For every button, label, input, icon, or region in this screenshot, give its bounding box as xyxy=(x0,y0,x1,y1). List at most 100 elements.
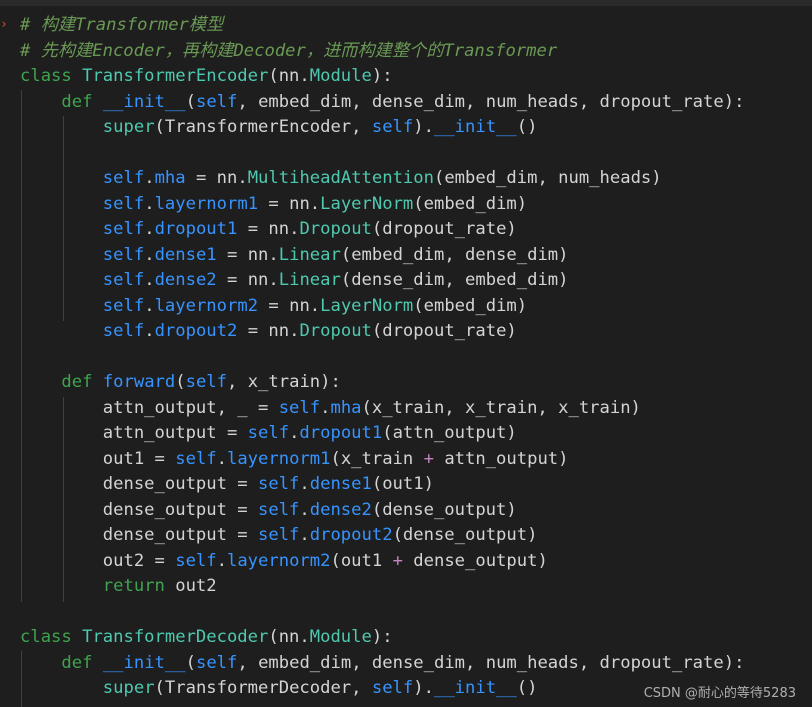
code-token: self xyxy=(195,91,238,112)
code-token: Module xyxy=(309,627,372,647)
code-line[interactable]: def __init__(self, embed_dim, dense_dim,… xyxy=(20,90,744,116)
code-line[interactable]: # 构建Transformer模型 xyxy=(20,13,744,39)
code-token: dense_output) xyxy=(402,550,548,571)
code-line[interactable]: self.mha = nn.MultiheadAttention(embed_d… xyxy=(20,166,744,192)
code-token: dense1 xyxy=(309,474,372,494)
code-line[interactable]: out2 = self.layernorm2(out1 + dense_outp… xyxy=(20,549,744,575)
code-editor[interactable]: › # 构建Transformer模型 # 先构建Encoder，再构建Decod… xyxy=(0,0,812,707)
code-token: self xyxy=(102,295,145,316)
code-token: (TransformerDecoder, xyxy=(154,678,372,698)
code-token: self xyxy=(175,550,217,571)
code-line[interactable]: class TransformerEncoder(nn.Module): xyxy=(20,64,744,90)
gutter-marker-icon: › xyxy=(0,17,8,32)
code-token: (dense_dim, embed_dim) xyxy=(340,270,569,290)
code-line[interactable]: dense_output = self.dense1(out1) xyxy=(20,472,744,498)
code-token: + xyxy=(392,550,403,571)
code-line[interactable]: attn_output = self.dropout1(attn_output) xyxy=(20,421,744,447)
code-line[interactable]: dense_output = self.dropout2(dense_outpu… xyxy=(20,523,744,549)
code-token: # 先构建Encoder，再构建Decoder，进而构建整个的Transform… xyxy=(20,40,558,61)
code-content[interactable]: # 构建Transformer模型 # 先构建Encoder，再构建Decoder… xyxy=(20,13,744,702)
code-token: self xyxy=(102,193,145,214)
code-line[interactable]: self.dense1 = nn.Linear(embed_dim, dense… xyxy=(20,243,744,269)
code-token: Dropout xyxy=(299,219,372,239)
code-line[interactable]: out1 = self.layernorm1(x_train + attn_ou… xyxy=(20,447,744,473)
code-line[interactable] xyxy=(20,600,744,626)
code-token: self xyxy=(195,652,238,673)
code-token: TransformerDecoder xyxy=(82,627,269,647)
code-token: self xyxy=(102,168,145,188)
code-token: , x_train): xyxy=(227,372,341,392)
code-token: Linear xyxy=(278,244,341,265)
code-token: Module xyxy=(309,66,372,86)
code-token: self xyxy=(247,423,290,443)
code-token: dense_output = xyxy=(20,525,258,545)
code-token: Linear xyxy=(278,270,341,290)
code-line[interactable]: attn_output, _ = self.mha(x_train, x_tra… xyxy=(20,396,744,422)
code-line[interactable]: super(TransformerDecoder, self).__init__… xyxy=(20,676,744,702)
code-line[interactable]: class TransformerDecoder(nn.Module): xyxy=(20,625,744,651)
code-line[interactable]: self.dropout1 = nn.Dropout(dropout_rate) xyxy=(20,217,744,243)
code-token: class xyxy=(20,627,83,647)
code-line[interactable]: self.layernorm2 = nn.LayerNorm(embed_dim… xyxy=(20,294,744,320)
code-line[interactable]: # 先构建Encoder，再构建Decoder，进而构建整个的Transform… xyxy=(20,39,744,65)
code-token: (embed_dim) xyxy=(413,295,528,316)
code-token: . xyxy=(144,295,155,316)
code-token: . xyxy=(216,550,227,571)
code-token: (out1) xyxy=(371,474,434,494)
code-line[interactable]: self.layernorm1 = nn.LayerNorm(embed_dim… xyxy=(20,192,744,218)
code-token: = nn. xyxy=(216,244,279,265)
code-token: LayerNorm xyxy=(320,193,414,214)
csdn-watermark: CSDN @耐心的等待5283 xyxy=(643,686,796,701)
code-line[interactable]: self.dropout2 = nn.Dropout(dropout_rate) xyxy=(20,319,744,345)
code-token: layernorm1 xyxy=(154,193,259,214)
code-line[interactable]: super(TransformerEncoder, self).__init__… xyxy=(20,115,744,141)
code-token: . xyxy=(144,321,155,341)
code-line[interactable] xyxy=(20,141,744,167)
code-token: ( xyxy=(175,372,186,392)
code-token: # 构建Transformer模型 xyxy=(20,15,224,35)
code-token: layernorm1 xyxy=(226,448,331,469)
code-token: . xyxy=(299,499,310,520)
code-line[interactable]: dense_output = self.dense2(dense_output) xyxy=(20,498,744,524)
code-line[interactable]: def forward(self, x_train): xyxy=(20,370,744,396)
code-line[interactable]: return out2 xyxy=(20,574,744,600)
code-token: return xyxy=(102,576,165,596)
editor-top-border xyxy=(0,0,812,6)
code-line[interactable]: self.dense2 = nn.Linear(dense_dim, embed… xyxy=(20,268,744,294)
code-line[interactable]: def __init__(self, embed_dim, dense_dim,… xyxy=(20,651,744,677)
code-token: __init__ xyxy=(102,91,186,112)
code-token: forward xyxy=(102,372,176,392)
code-token: (x_train xyxy=(330,448,424,469)
code-token: self xyxy=(371,117,414,137)
code-token: ( xyxy=(185,91,196,112)
code-token: def xyxy=(61,91,103,112)
code-token: + xyxy=(423,448,434,469)
code-token: def xyxy=(61,652,103,673)
code-token: dense_output = xyxy=(20,499,258,520)
code-token: . xyxy=(144,193,155,214)
code-token: (dropout_rate) xyxy=(371,219,517,239)
code-token: attn_output, _ = xyxy=(20,397,279,418)
code-token: . xyxy=(144,270,155,290)
code-token: self xyxy=(102,244,145,265)
code-token: self xyxy=(258,474,300,494)
code-token: self xyxy=(278,397,321,418)
code-token: . xyxy=(299,525,310,545)
code-token: attn_output) xyxy=(433,448,569,469)
code-token: (nn. xyxy=(268,66,310,86)
code-token: . xyxy=(216,448,227,469)
code-token: out1 = xyxy=(20,448,176,469)
code-token: def xyxy=(61,372,103,392)
code-line[interactable] xyxy=(20,345,744,371)
code-token: ( xyxy=(185,652,196,673)
code-token: (dropout_rate) xyxy=(371,321,517,341)
code-token: (embed_dim, num_heads) xyxy=(433,168,662,188)
code-token: . xyxy=(144,219,155,239)
code-token: . xyxy=(144,168,155,188)
code-token: super xyxy=(102,678,155,698)
